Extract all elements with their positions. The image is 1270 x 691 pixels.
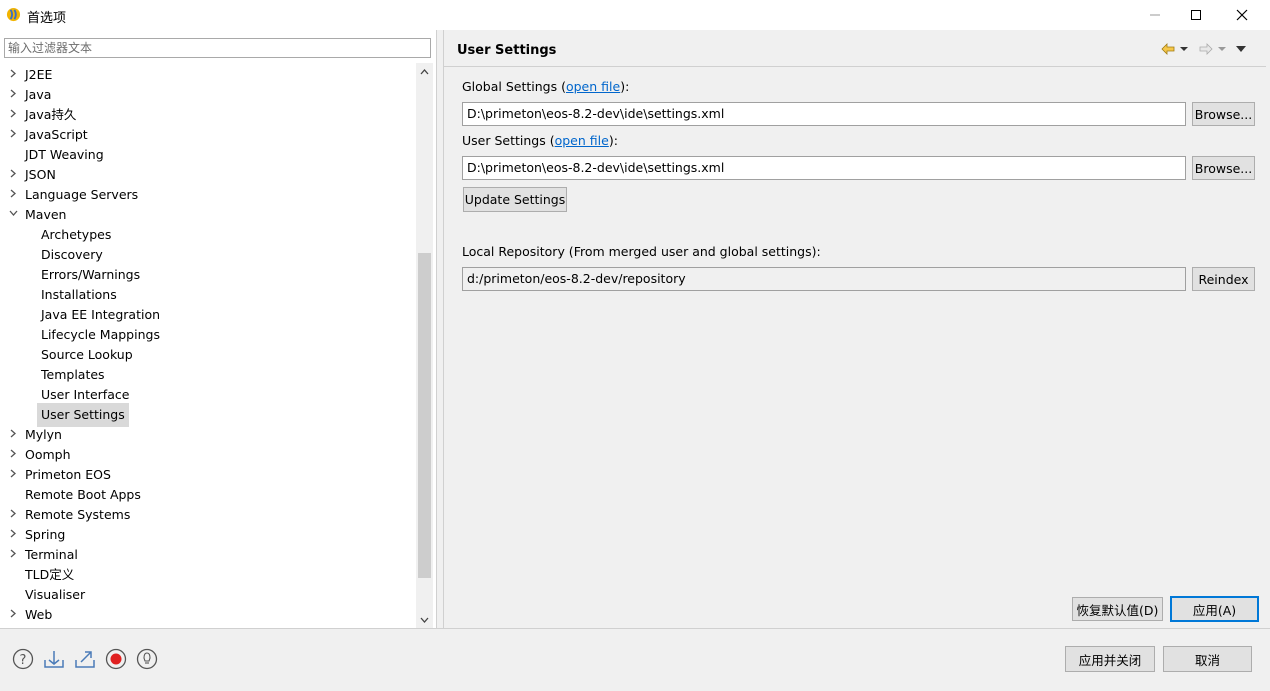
chevron-down-icon[interactable] <box>8 203 18 223</box>
filter-input[interactable] <box>4 38 431 58</box>
chevron-right-icon[interactable] <box>8 603 18 623</box>
settings-page: User Settings Global Settings (open file… <box>443 30 1270 628</box>
help-icon[interactable]: ? <box>12 648 34 670</box>
chevron-right-icon[interactable] <box>8 183 18 203</box>
global-open-file-link[interactable]: open file <box>566 79 620 94</box>
update-settings-button[interactable]: Update Settings <box>463 187 567 212</box>
local-repository-label: Local Repository (From merged user and g… <box>462 244 821 259</box>
cancel-button[interactable]: 取消 <box>1163 646 1252 672</box>
global-browse-button[interactable]: Browse... <box>1192 102 1255 126</box>
maximize-button[interactable] <box>1173 0 1219 30</box>
global-settings-label-suffix: ): <box>620 79 630 94</box>
eclipse-app-icon <box>6 7 21 22</box>
scroll-down-icon[interactable] <box>419 614 430 625</box>
tree-item-label: Web <box>25 607 53 622</box>
chevron-right-icon[interactable] <box>8 423 18 443</box>
tip-icon[interactable] <box>136 648 158 670</box>
page-navigation <box>1160 40 1246 58</box>
global-settings-label: Global Settings (open file): <box>462 79 629 94</box>
export-icon[interactable] <box>74 648 96 670</box>
chevron-right-icon[interactable] <box>8 123 18 143</box>
window-title: 首选项 <box>27 11 67 26</box>
preferences-tree-pane: J2EEJavaJava持久JavaScriptJDT WeavingJSONL… <box>0 30 437 628</box>
chevron-right-icon[interactable] <box>8 83 18 103</box>
tree-scrollbar[interactable] <box>416 63 433 628</box>
chevron-right-icon[interactable] <box>8 543 18 563</box>
chevron-right-icon[interactable] <box>8 523 18 543</box>
title-bar: 首选项 <box>0 0 1270 30</box>
reindex-button[interactable]: Reindex <box>1192 267 1255 291</box>
page-title: User Settings <box>457 43 557 58</box>
back-arrow-icon[interactable] <box>1160 42 1176 56</box>
user-settings-label: User Settings (open file): <box>462 133 618 148</box>
chevron-right-icon[interactable] <box>8 463 18 483</box>
scrollbar-thumb[interactable] <box>418 253 431 578</box>
local-repository-field[interactable]: d:/primeton/eos-8.2-dev/repository <box>462 267 1186 291</box>
minimize-button[interactable] <box>1132 0 1178 30</box>
preferences-tree[interactable]: J2EE Java Java持久 JavaScript JDT Weaving JSON L… <box>0 63 416 628</box>
forward-menu-chevron-icon[interactable] <box>1218 46 1226 52</box>
user-settings-label-suffix: ): <box>608 133 618 148</box>
apply-button[interactable]: 应用(A) <box>1170 596 1259 622</box>
maximize-icon <box>1191 10 1201 20</box>
close-icon <box>1236 9 1248 21</box>
view-menu-icon[interactable] <box>1236 46 1246 52</box>
chevron-right-icon[interactable] <box>8 63 18 83</box>
chevron-right-icon[interactable] <box>8 163 18 183</box>
user-browse-button[interactable]: Browse... <box>1192 156 1255 180</box>
record-icon[interactable] <box>105 648 127 670</box>
restore-defaults-button[interactable]: 恢复默认值(D) <box>1072 597 1163 621</box>
chevron-right-icon[interactable] <box>8 503 18 523</box>
user-open-file-link[interactable]: open file <box>555 133 609 148</box>
user-settings-label-text: User Settings ( <box>462 133 555 148</box>
scroll-up-icon[interactable] <box>419 66 430 77</box>
user-settings-field[interactable]: D:\primeton\eos-8.2-dev\ide\settings.xml <box>462 156 1186 180</box>
chevron-right-icon[interactable] <box>8 443 18 463</box>
global-settings-label-text: Global Settings ( <box>462 79 566 94</box>
minimize-icon <box>1150 14 1160 16</box>
back-menu-chevron-icon[interactable] <box>1180 46 1188 52</box>
close-button[interactable] <box>1219 0 1265 30</box>
chevron-right-icon[interactable] <box>8 103 18 123</box>
global-settings-field[interactable]: D:\primeton\eos-8.2-dev\ide\settings.xml <box>462 102 1186 126</box>
svg-text:?: ? <box>20 653 27 668</box>
dialog-footer: ? 应用并关闭 取消 <box>0 628 1270 691</box>
import-icon[interactable] <box>43 648 65 670</box>
forward-arrow-icon[interactable] <box>1198 42 1214 56</box>
apply-and-close-button[interactable]: 应用并关闭 <box>1065 646 1155 672</box>
header-separator <box>444 66 1266 67</box>
